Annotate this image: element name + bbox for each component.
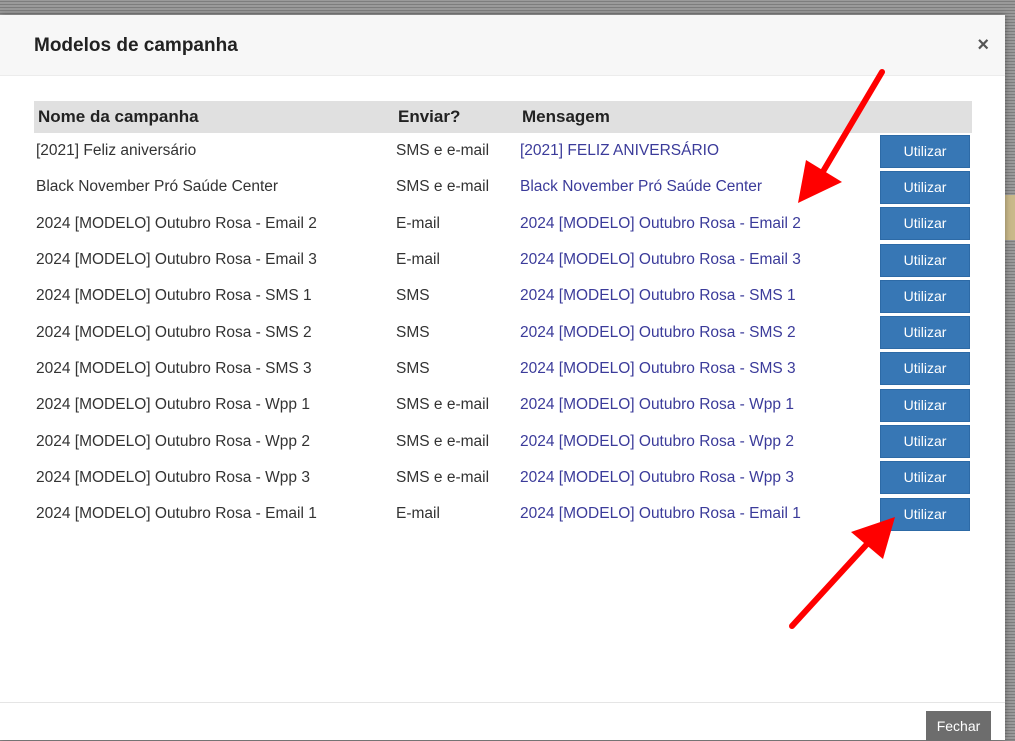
column-header-name: Nome da campanha	[34, 101, 394, 133]
table-row: [2021] Feliz aniversário SMS e e-mail [202…	[34, 133, 972, 169]
send-type-cell: E-mail	[396, 505, 440, 523]
use-template-button[interactable]: Utilizar	[880, 279, 970, 313]
modal-footer: Fechar	[0, 702, 1005, 741]
action-cell: Utilizar	[870, 496, 972, 532]
message-cell: Black November Pró Saúde Center	[520, 178, 763, 196]
action-cell: Utilizar	[870, 242, 972, 278]
use-template-button[interactable]: Utilizar	[880, 243, 970, 277]
use-template-button[interactable]: Utilizar	[880, 170, 970, 204]
action-cell: Utilizar	[870, 460, 972, 496]
table-row: 2024 [MODELO] Outubro Rosa - SMS 2 SMS 202…	[34, 314, 972, 350]
table-row: Black November Pró Saúde Center SMS e e-m…	[34, 169, 972, 205]
send-type-cell: SMS e e-mail	[396, 432, 490, 450]
column-header-message: Mensagem	[518, 101, 870, 133]
action-cell: Utilizar	[870, 206, 972, 242]
modal-header: Modelos de campanha ×	[0, 15, 1005, 76]
campaign-name-cell: 2024 [MODELO] Outubro Rosa - Wpp 3	[36, 468, 310, 486]
background-highlight-strip	[1005, 195, 1015, 240]
modal-title: Modelos de campanha	[34, 35, 238, 56]
table-row: 2024 [MODELO] Outubro Rosa - Wpp 2 SMS e …	[34, 423, 972, 459]
close-icon[interactable]: ×	[977, 34, 989, 57]
use-template-button[interactable]: Utilizar	[880, 207, 970, 241]
use-template-button[interactable]: Utilizar	[880, 388, 970, 422]
campaign-name-cell: Black November Pró Saúde Center	[36, 178, 279, 196]
table-header-row: Nome da campanha Enviar? Mensagem	[34, 101, 972, 133]
use-template-button[interactable]: Utilizar	[880, 497, 970, 531]
use-template-button[interactable]: Utilizar	[880, 316, 970, 350]
campaign-name-cell: 2024 [MODELO] Outubro Rosa - Email 1	[36, 505, 317, 523]
column-header-send: Enviar?	[394, 101, 518, 133]
campaign-name-cell: 2024 [MODELO] Outubro Rosa - SMS 1	[36, 287, 312, 305]
message-cell: 2024 [MODELO] Outubro Rosa - Wpp 2	[520, 432, 794, 450]
action-cell: Utilizar	[870, 133, 972, 169]
send-type-cell: SMS	[396, 323, 430, 341]
action-cell: Utilizar	[870, 351, 972, 387]
use-template-button[interactable]: Utilizar	[880, 425, 970, 459]
table-row: 2024 [MODELO] Outubro Rosa - Wpp 1 SMS e …	[34, 387, 972, 423]
action-cell: Utilizar	[870, 387, 972, 423]
table-row: 2024 [MODELO] Outubro Rosa - Email 2 E-ma…	[34, 206, 972, 242]
send-type-cell: E-mail	[396, 251, 440, 269]
campaign-table-container: Nome da campanha Enviar? Mensagem [2021]…	[34, 101, 972, 532]
send-type-cell: SMS e e-mail	[396, 468, 490, 486]
action-cell: Utilizar	[870, 278, 972, 314]
message-cell: 2024 [MODELO] Outubro Rosa - SMS 1	[520, 287, 796, 305]
campaign-templates-modal: Modelos de campanha × Nome da campanha E…	[0, 15, 1005, 741]
send-type-cell: SMS e e-mail	[396, 396, 490, 414]
column-header-action	[870, 101, 972, 133]
action-cell: Utilizar	[870, 169, 972, 205]
close-button[interactable]: Fechar	[926, 711, 991, 741]
table-row: 2024 [MODELO] Outubro Rosa - Wpp 3 SMS e …	[34, 460, 972, 496]
use-template-button[interactable]: Utilizar	[880, 134, 970, 168]
send-type-cell: SMS	[396, 287, 430, 305]
message-cell: 2024 [MODELO] Outubro Rosa - SMS 3	[520, 359, 796, 377]
campaign-name-cell: 2024 [MODELO] Outubro Rosa - Email 3	[36, 251, 317, 269]
campaign-table: Nome da campanha Enviar? Mensagem [2021]…	[34, 101, 972, 532]
message-cell: 2024 [MODELO] Outubro Rosa - Wpp 3	[520, 468, 794, 486]
table-row: 2024 [MODELO] Outubro Rosa - SMS 1 SMS 202…	[34, 278, 972, 314]
campaign-name-cell: 2024 [MODELO] Outubro Rosa - Wpp 2	[36, 432, 310, 450]
use-template-button[interactable]: Utilizar	[880, 352, 970, 386]
campaign-name-cell: [2021] Feliz aniversário	[36, 142, 197, 160]
action-cell: Utilizar	[870, 423, 972, 459]
send-type-cell: SMS e e-mail	[396, 178, 490, 196]
table-row: 2024 [MODELO] Outubro Rosa - SMS 3 SMS 202…	[34, 351, 972, 387]
message-cell: 2024 [MODELO] Outubro Rosa - Email 2	[520, 214, 801, 232]
send-type-cell: SMS e e-mail	[396, 142, 490, 160]
message-cell: 2024 [MODELO] Outubro Rosa - SMS 2	[520, 323, 796, 341]
campaign-name-cell: 2024 [MODELO] Outubro Rosa - SMS 2	[36, 323, 312, 341]
use-template-button[interactable]: Utilizar	[880, 461, 970, 495]
campaign-name-cell: 2024 [MODELO] Outubro Rosa - Wpp 1	[36, 396, 310, 414]
send-type-cell: E-mail	[396, 214, 440, 232]
message-cell: [2021] FELIZ ANIVERSÁRIO	[520, 142, 719, 160]
action-cell: Utilizar	[870, 314, 972, 350]
message-cell: 2024 [MODELO] Outubro Rosa - Wpp 1	[520, 396, 794, 414]
table-row: 2024 [MODELO] Outubro Rosa - Email 1 E-ma…	[34, 496, 972, 532]
campaign-name-cell: 2024 [MODELO] Outubro Rosa - Email 2	[36, 214, 317, 232]
table-row: 2024 [MODELO] Outubro Rosa - Email 3 E-ma…	[34, 242, 972, 278]
message-cell: 2024 [MODELO] Outubro Rosa - Email 3	[520, 251, 801, 269]
send-type-cell: SMS	[396, 359, 430, 377]
campaign-name-cell: 2024 [MODELO] Outubro Rosa - SMS 3	[36, 359, 312, 377]
message-cell: 2024 [MODELO] Outubro Rosa - Email 1	[520, 505, 801, 523]
